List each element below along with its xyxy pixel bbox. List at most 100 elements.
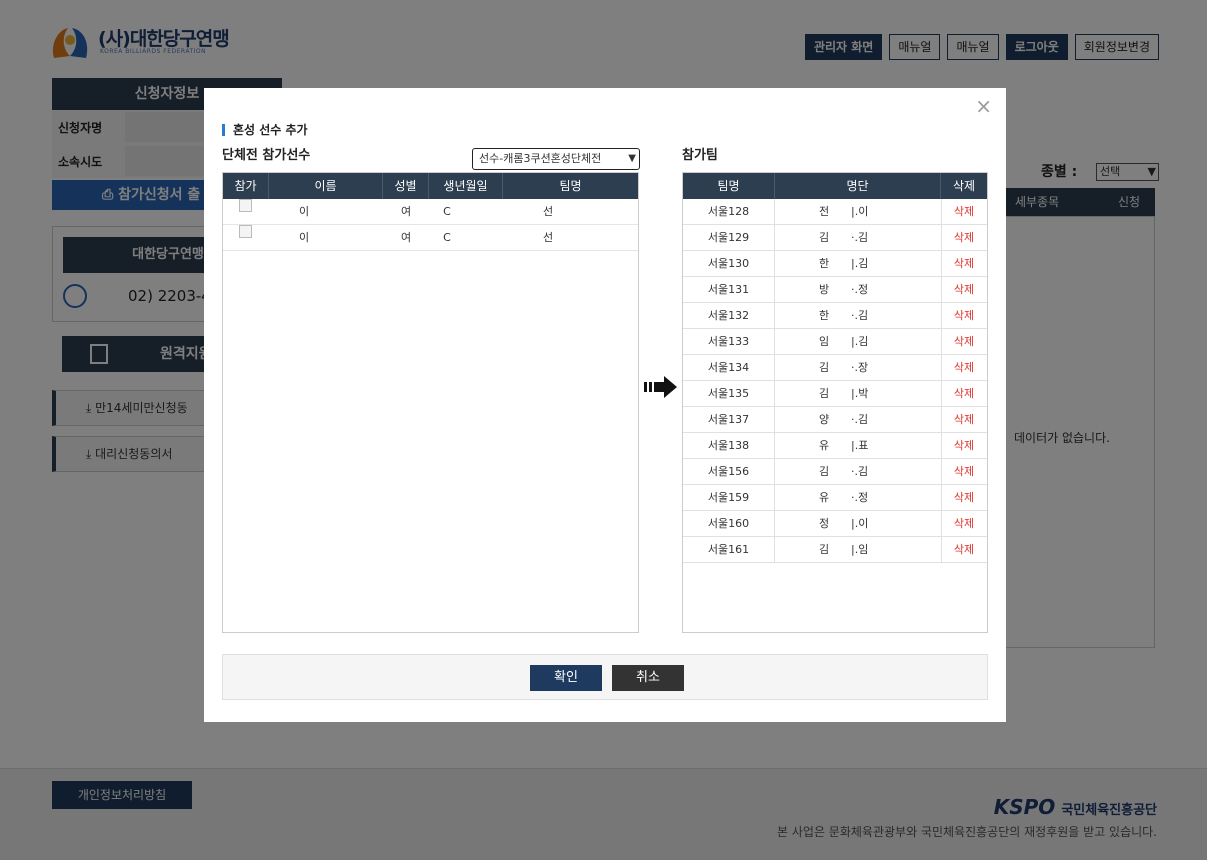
team-table-header: 팀명 명단 삭제: [683, 173, 987, 199]
member-1: 양: [819, 413, 830, 426]
team-name: 서울137: [683, 407, 775, 433]
member-2: ·.정: [851, 283, 869, 296]
join-checkbox[interactable]: [239, 225, 252, 238]
member-1: 방: [819, 283, 830, 296]
delete-link[interactable]: 삭제: [941, 251, 987, 277]
team-row: 서울137 양 ·.김 삭제: [683, 407, 987, 433]
delete-link[interactable]: 삭제: [941, 511, 987, 537]
delete-link[interactable]: 삭제: [941, 277, 987, 303]
delete-link[interactable]: 삭제: [941, 433, 987, 459]
delete-link[interactable]: 삭제: [941, 381, 987, 407]
member-2: |.임: [851, 543, 869, 556]
team-row: 서울131 방 ·.정 삭제: [683, 277, 987, 303]
right-section-title: 참가팀: [682, 148, 718, 163]
player-gender: 여: [400, 205, 412, 218]
member-1: 김: [819, 361, 830, 374]
delete-link[interactable]: 삭제: [941, 355, 987, 381]
player-row: 이 여 C 선: [223, 225, 638, 251]
team-row: 서울160 정 |.이 삭제: [683, 511, 987, 537]
team-row: 서울159 유 ·.정 삭제: [683, 485, 987, 511]
delete-link[interactable]: 삭제: [941, 407, 987, 433]
event-type-value: 선수-캐롬3쿠션혼성단체전: [479, 152, 602, 165]
member-1: 김: [819, 465, 830, 478]
col-join: 참가: [223, 173, 269, 199]
team-name: 서울134: [683, 355, 775, 381]
team-row: 서울138 유 |.표 삭제: [683, 433, 987, 459]
event-type-select[interactable]: 선수-캐롬3쿠션혼성단체전 ▼: [472, 148, 640, 170]
member-1: 유: [819, 491, 830, 504]
delete-link[interactable]: 삭제: [941, 329, 987, 355]
member-2: ·.정: [851, 491, 869, 504]
team-name: 서울161: [683, 537, 775, 563]
player-row: 이 여 C 선: [223, 199, 638, 225]
team-row: 서울129 김 ·.김 삭제: [683, 225, 987, 251]
member-2: |.표: [851, 439, 869, 452]
player-birth: C: [443, 205, 451, 218]
team-row: 서울161 김 |.임 삭제: [683, 537, 987, 563]
team-name: 서울131: [683, 277, 775, 303]
col-name: 이름: [269, 173, 383, 199]
player-gender: 여: [400, 231, 412, 244]
confirm-button[interactable]: 확인: [530, 665, 602, 691]
player-table: 참가 이름 성별 생년월일 팀명 이 여 C 선 이 여 C 선: [222, 172, 639, 633]
arrow-right-icon: [644, 376, 677, 398]
player-team: 선: [542, 205, 554, 218]
member-2: |.이: [851, 205, 869, 218]
member-1: 유: [819, 439, 830, 452]
team-name: 서울135: [683, 381, 775, 407]
delete-link[interactable]: 삭제: [941, 485, 987, 511]
delete-link[interactable]: 삭제: [941, 225, 987, 251]
col-team-name: 팀명: [683, 173, 775, 199]
member-2: ·.김: [851, 309, 869, 322]
team-row: 서울130 한 |.김 삭제: [683, 251, 987, 277]
team-row: 서울134 김 ·.장 삭제: [683, 355, 987, 381]
mixed-player-modal: × 혼성 선수 추가 단체전 참가선수 참가팀 선수-캐롬3쿠션혼성단체전 ▼ …: [204, 88, 1006, 722]
member-1: 정: [819, 517, 830, 530]
member-2: |.김: [851, 257, 869, 270]
team-name: 서울138: [683, 433, 775, 459]
team-name: 서울128: [683, 199, 775, 225]
col-delete: 삭제: [952, 179, 976, 193]
col-roster: 명단: [775, 173, 941, 199]
member-2: |.김: [851, 335, 869, 348]
team-name: 서울132: [683, 303, 775, 329]
member-2: ·.장: [851, 361, 869, 374]
team-name: 서울156: [683, 459, 775, 485]
team-table: 팀명 명단 삭제 서울128 전 |.이 삭제 서울129 김 ·.김 삭제 서울130 한 |.김…: [682, 172, 988, 633]
member-1: 김: [819, 231, 830, 244]
col-birth: 생년월일: [429, 173, 503, 199]
player-table-header: 참가 이름 성별 생년월일 팀명: [223, 173, 638, 199]
team-name: 서울130: [683, 251, 775, 277]
team-row: 서울132 한 ·.김 삭제: [683, 303, 987, 329]
delete-link[interactable]: 삭제: [941, 199, 987, 225]
member-1: 전: [819, 205, 830, 218]
close-icon[interactable]: ×: [975, 94, 992, 118]
col-gender: 성별: [383, 173, 429, 199]
chevron-down-icon: ▼: [628, 153, 636, 164]
member-1: 임: [819, 335, 830, 348]
team-name: 서울160: [683, 511, 775, 537]
team-row: 서울135 김 |.박 삭제: [683, 381, 987, 407]
member-2: |.박: [851, 387, 869, 400]
delete-link[interactable]: 삭제: [941, 459, 987, 485]
member-1: 한: [819, 257, 830, 270]
member-1: 김: [819, 387, 830, 400]
join-checkbox[interactable]: [239, 199, 252, 212]
member-2: ·.김: [851, 413, 869, 426]
player-name: 이: [298, 231, 310, 244]
member-2: ·.김: [851, 465, 869, 478]
team-name: 서울129: [683, 225, 775, 251]
left-section-title: 단체전 참가선수: [222, 148, 311, 163]
team-name: 서울159: [683, 485, 775, 511]
col-team: 팀명: [559, 179, 582, 193]
modal-title: 혼성 선수 추가: [222, 124, 308, 136]
team-row: 서울133 임 |.김 삭제: [683, 329, 987, 355]
player-team: 선: [542, 231, 554, 244]
team-name: 서울133: [683, 329, 775, 355]
cancel-button[interactable]: 취소: [612, 665, 684, 691]
delete-link[interactable]: 삭제: [941, 537, 987, 563]
team-row: 서울128 전 |.이 삭제: [683, 199, 987, 225]
member-1: 김: [819, 543, 830, 556]
member-2: |.이: [851, 517, 869, 530]
delete-link[interactable]: 삭제: [941, 303, 987, 329]
